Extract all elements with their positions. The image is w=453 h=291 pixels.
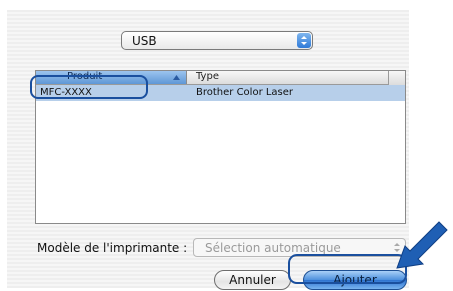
connection-type-select[interactable]: USB xyxy=(121,31,313,50)
add-printer-dialog: USB Produit Type MFC-XXXX Brother Color … xyxy=(7,10,409,290)
column-header-type-label: Type xyxy=(196,71,219,82)
printer-model-label: Modèle de l'imprimante : xyxy=(37,241,188,255)
cell-type: Brother Color Laser xyxy=(196,87,294,98)
select-stepper-icon xyxy=(297,33,311,48)
pointer-arrow-icon xyxy=(396,221,448,269)
cancel-button-label: Annuler xyxy=(229,273,276,287)
connection-type-value: USB xyxy=(132,34,157,48)
scrollbar-corner xyxy=(388,71,405,85)
add-button-highlight-outline xyxy=(288,254,407,284)
printer-model-value: Sélection automatique xyxy=(205,241,341,255)
sort-ascending-icon xyxy=(173,75,180,80)
product-highlight-outline xyxy=(30,75,148,99)
cancel-button[interactable]: Annuler xyxy=(214,270,291,290)
